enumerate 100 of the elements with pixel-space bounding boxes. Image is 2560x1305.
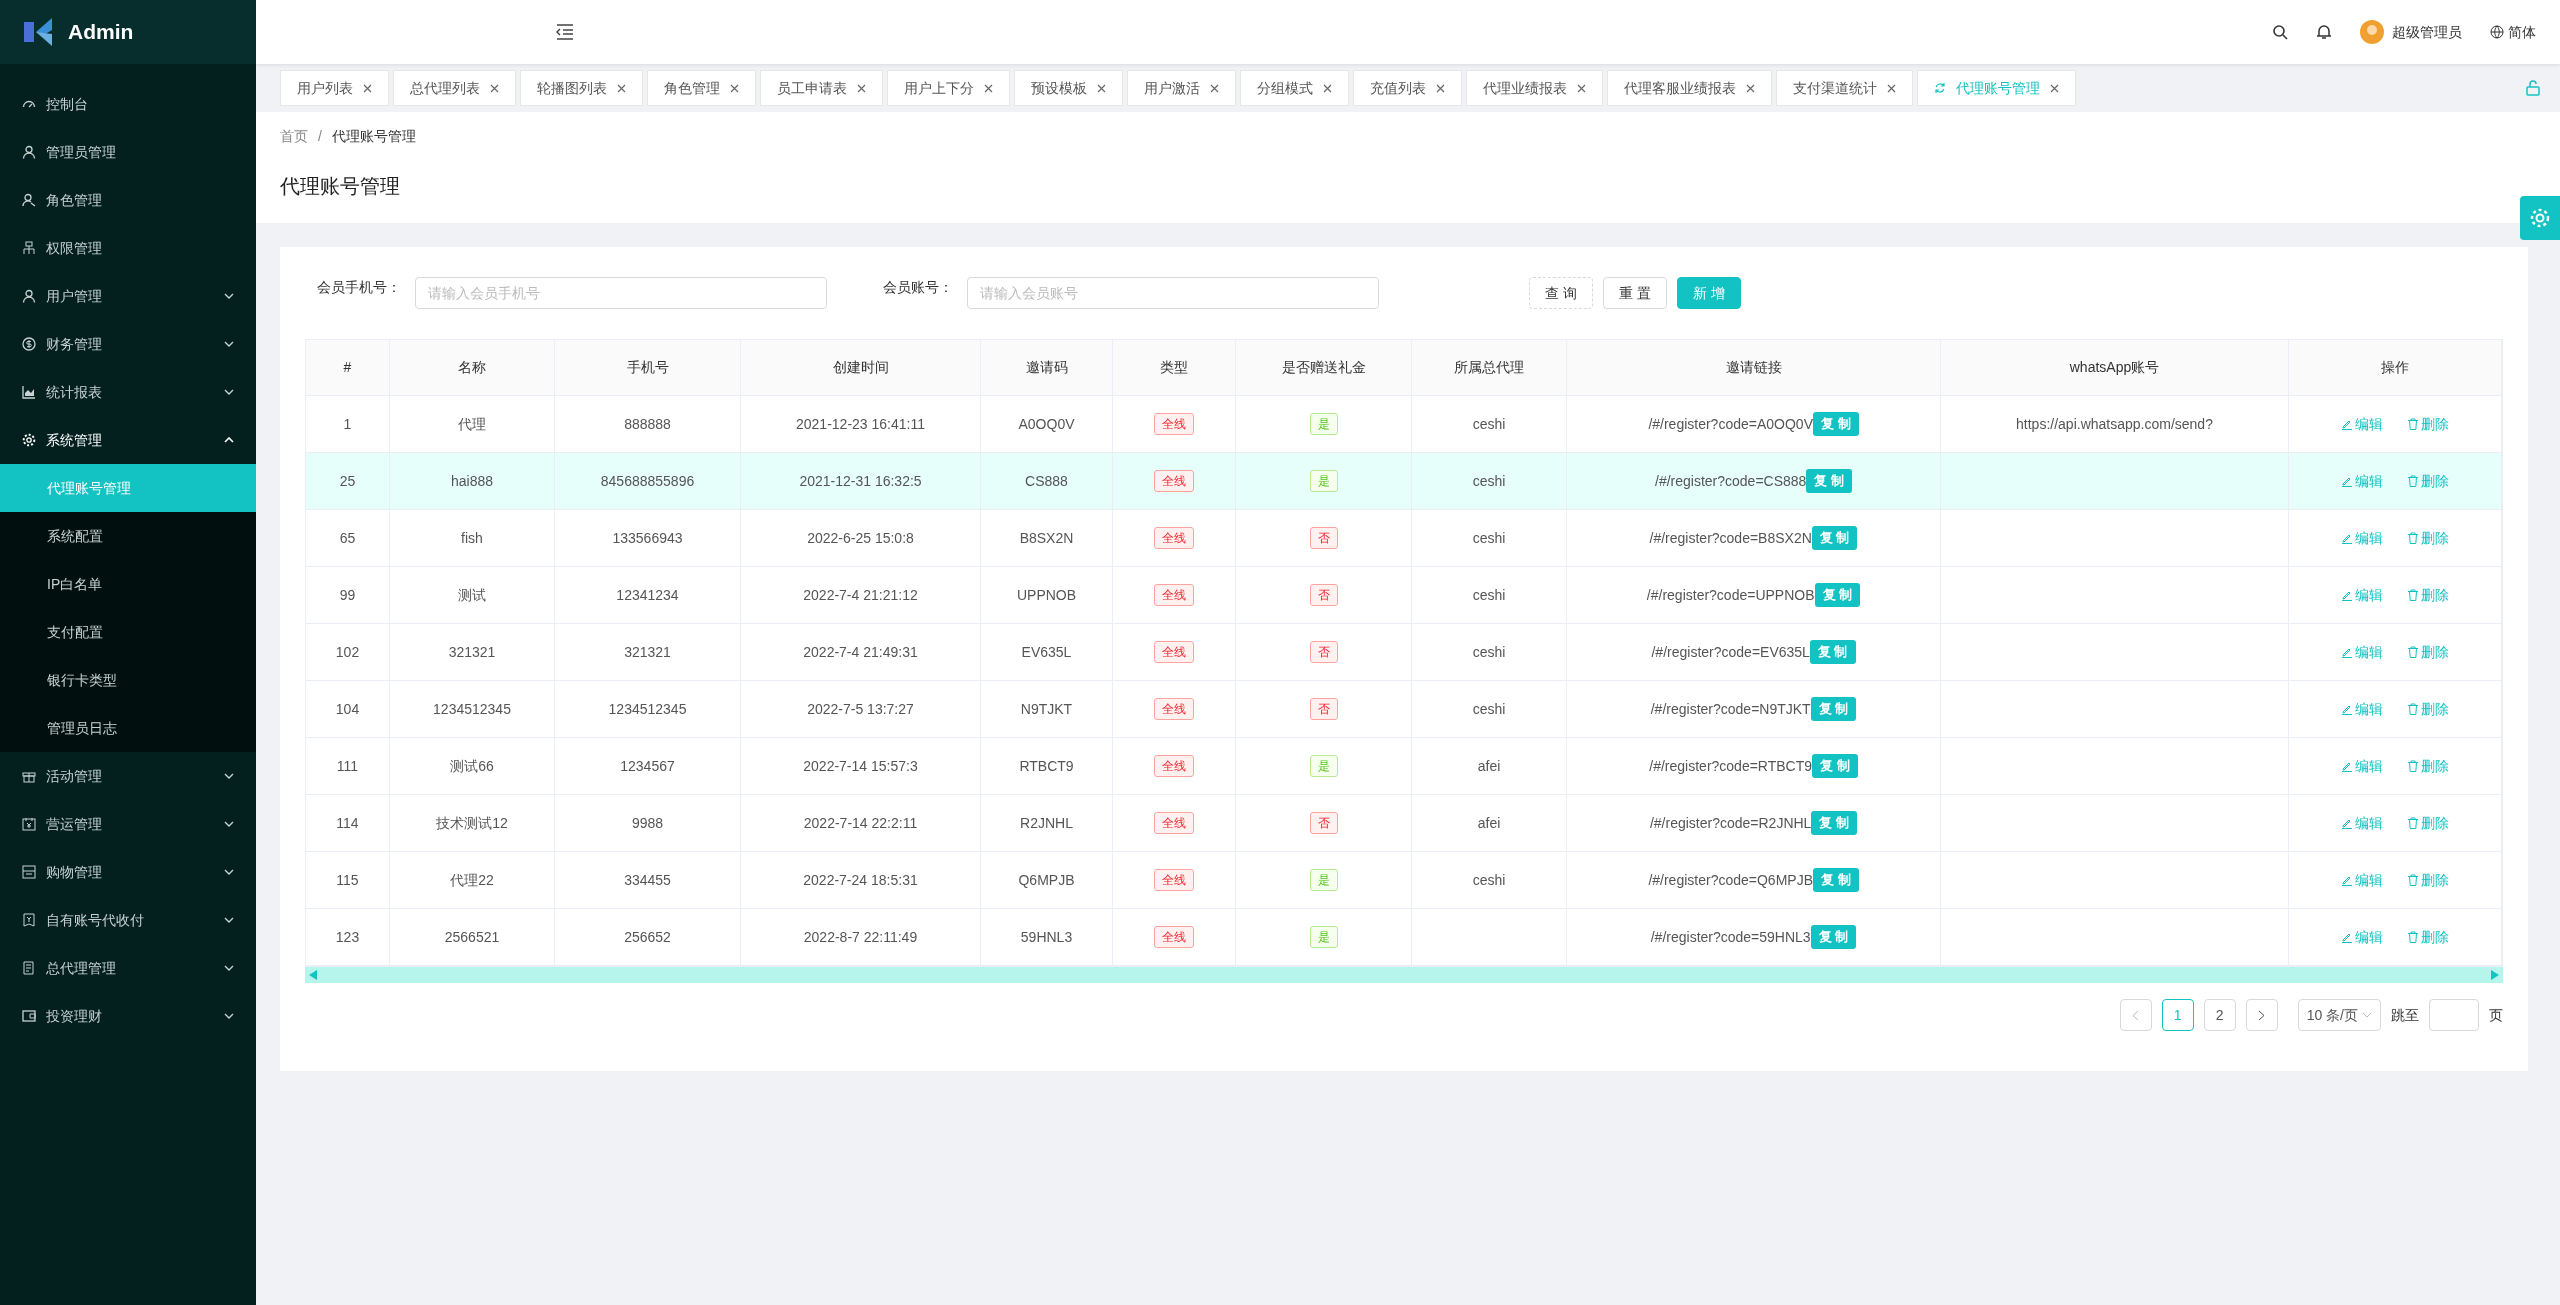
tab[interactable]: 支付渠道统计 [1776,70,1913,106]
chevron-icon [224,389,234,395]
gift-tag: 是 [1309,869,1338,891]
tab[interactable]: 用户列表 [280,70,389,106]
tab[interactable]: 总代理列表 [393,70,516,106]
gift-tag: 否 [1309,641,1338,663]
action-button[interactable]: 查 询 [1529,277,1593,309]
table-cell: 2022-8-7 22:11:49 [741,909,981,965]
menu-item[interactable]: 管理员管理 [0,128,256,176]
table-cell: EV635L [981,624,1113,680]
table-cell: 888888 [555,396,741,452]
search-icon[interactable] [2272,24,2288,40]
close-icon [1210,83,1219,93]
menu-group[interactable]: 统计报表 [0,368,256,416]
table-cell: 65 [306,510,390,566]
bell-icon[interactable] [2316,24,2332,40]
menu-group[interactable]: 营运管理 [0,800,256,848]
type-tag: 全线 [1154,413,1194,435]
next-page-button[interactable] [2245,999,2278,1031]
close-icon [1097,83,1106,93]
settings-button[interactable] [2520,196,2560,240]
column-header: 名称 [390,340,555,395]
table-cell: ceshi [1412,567,1567,623]
refresh-icon [1934,82,1946,94]
settings-icon [22,433,36,447]
table-cell: 测试66 [390,738,555,794]
submenu-item[interactable]: 支付配置 [0,608,256,656]
column-header: 所属总代理 [1412,340,1567,395]
invite-link: /#/register?code=RTBCT9 [1649,756,1813,776]
page-size-select[interactable]: 10 条/页 [2297,999,2381,1031]
table-cell: https://api.whatsapp.com/send? [1941,396,2289,452]
menu-group[interactable]: 系统管理 [0,416,256,464]
gift-tag: 是 [1309,470,1338,492]
gift-icon [22,769,36,783]
trash-icon [2407,589,2419,601]
menu-group[interactable]: 购物管理 [0,848,256,896]
close-icon [1577,83,1586,93]
table-cell: 2022-7-4 21:49:31 [741,624,981,680]
menu-item[interactable]: 控制台 [0,80,256,128]
tab[interactable]: 轮播图列表 [520,70,643,106]
scroll-right-icon[interactable] [2491,970,2499,980]
close-icon [730,83,739,93]
tab[interactable]: 充值列表 [1353,70,1462,106]
submenu-item[interactable]: 系统配置 [0,512,256,560]
trash-icon [2407,646,2419,658]
close-icon [1436,83,1445,93]
language-label: 简体 [2508,22,2536,42]
table-cell: N9TJKT [981,681,1113,737]
table-cell: 99 [306,567,390,623]
pencil-icon [2341,646,2353,658]
menu-group[interactable]: 财务管理 [0,320,256,368]
table-cell: 123 [306,909,390,965]
submenu-item[interactable]: IP白名单 [0,560,256,608]
breadcrumb-item: 代理账号管理 [331,127,416,146]
input-field[interactable]: 请输入会员账号 [967,277,1379,309]
table-cell: 2022-7-14 15:57:3 [741,738,981,794]
chevron-icon [224,965,234,971]
column-header: 操作 [2289,340,2502,395]
table-cell: afei [1412,795,1567,851]
tab[interactable]: 代理业绩报表 [1466,70,1603,106]
type-tag: 全线 [1154,584,1194,606]
lock-icon[interactable] [2526,80,2540,96]
breadcrumb-item[interactable]: 首页 [280,126,308,147]
tab[interactable]: 用户上下分 [887,70,1010,106]
menu-group[interactable]: 活动管理 [0,752,256,800]
submenu-item[interactable]: 管理员日志 [0,704,256,752]
menu-group[interactable]: 投资理财 [0,992,256,1040]
settings-icon [2529,207,2551,229]
breadcrumb-separator: / [318,127,322,146]
page-input[interactable] [2429,999,2479,1031]
menu-group[interactable]: 用户管理 [0,272,256,320]
table-cell: 2022-7-24 18:5:31 [741,852,981,908]
menu-group[interactable]: 自有账号代收付 [0,896,256,944]
page-button[interactable]: 2 [2203,999,2236,1031]
tab[interactable]: 分组模式 [1240,70,1349,106]
menu-fold-icon[interactable] [556,24,574,40]
menu-item[interactable]: 角色管理 [0,176,256,224]
table-cell: 321321 [390,624,555,680]
table-cell: 25 [306,453,390,509]
tab[interactable]: 代理客服业绩报表 [1607,70,1772,106]
menu-group[interactable]: 总代理管理 [0,944,256,992]
previous-page-button[interactable] [2119,999,2152,1031]
menu-item[interactable]: 权限管理 [0,224,256,272]
submenu-item[interactable]: 银行卡类型 [0,656,256,704]
close-icon [2050,83,2059,93]
column-header: # [306,340,390,395]
table-cell: 12341234 [555,567,741,623]
pencil-icon [2341,874,2353,886]
type-tag: 全线 [1154,755,1194,777]
tab[interactable]: 用户激活 [1127,70,1236,106]
tab[interactable]: 预设模板 [1014,70,1123,106]
table-cell: ceshi [1412,510,1567,566]
tab[interactable]: 角色管理 [647,70,756,106]
tab[interactable]: 员工申请表 [760,70,883,106]
scroll-left-icon[interactable] [309,970,317,980]
user-name[interactable]: 超级管理员 [2392,21,2462,43]
input-field[interactable]: 请输入会员手机号 [415,277,827,309]
table-cell: 2021-12-23 16:41:11 [741,396,981,452]
action-button[interactable]: 重 置 [1602,277,1667,309]
table-cell: ceshi [1412,852,1567,908]
